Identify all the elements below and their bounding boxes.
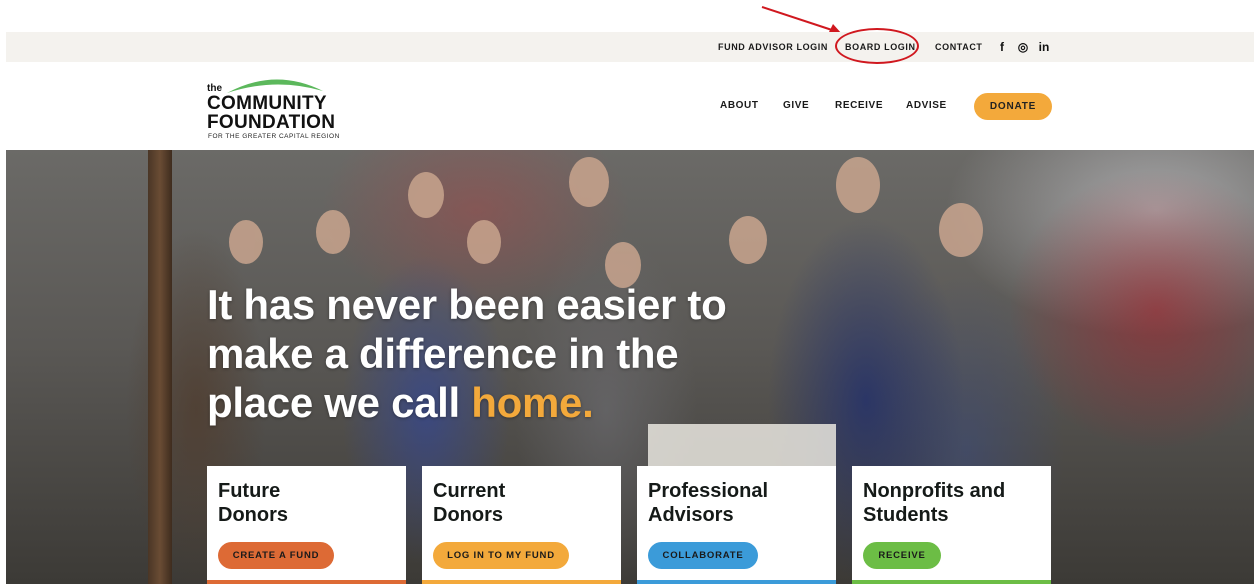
nav-receive[interactable]: RECEIVE xyxy=(835,94,883,118)
linkedin-icon[interactable]: in xyxy=(1036,32,1052,62)
annotation-circle xyxy=(835,28,919,64)
facebook-icon[interactable]: f xyxy=(995,32,1009,62)
donate-button[interactable]: DONATE xyxy=(974,93,1052,120)
nav-give[interactable]: GIVE xyxy=(783,94,809,118)
instagram-icon[interactable]: ◎ xyxy=(1016,32,1030,62)
card-nonprofits-and-students: Nonprofits and Students RECEIVE xyxy=(852,466,1051,584)
community-foundation-logo[interactable]: the COMMUNITY FOUNDATION FOR THE GREATER… xyxy=(207,73,347,143)
card-future-donors: Future Donors CREATE A FUND xyxy=(207,466,406,584)
collaborate-button[interactable]: COLLABORATE xyxy=(648,542,758,569)
create-a-fund-button[interactable]: CREATE A FUND xyxy=(218,542,334,569)
card-accent-bar xyxy=(637,580,836,584)
logo-arc-icon xyxy=(227,79,323,93)
card-accent-bar xyxy=(852,580,1051,584)
hero-headline-line-1: It has never been easier to xyxy=(207,281,727,328)
nav-about[interactable]: ABOUT xyxy=(720,94,759,118)
card-title: Future Donors xyxy=(218,480,288,526)
fund-advisor-login-link[interactable]: FUND ADVISOR LOGIN xyxy=(718,32,828,62)
contact-link[interactable]: CONTACT xyxy=(935,32,983,62)
hero-headline: It has never been easier to make a diffe… xyxy=(207,280,847,427)
utility-bar: FUND ADVISOR LOGIN BOARD LOGIN CONTACT f… xyxy=(6,32,1254,62)
hero-headline-accent: home. xyxy=(471,379,594,426)
hero-headline-line-2: make a difference in the xyxy=(207,330,679,377)
card-title: Nonprofits and Students xyxy=(863,480,1006,526)
card-accent-bar xyxy=(207,580,406,584)
card-accent-bar xyxy=(422,580,621,584)
nav-advise[interactable]: ADVISE xyxy=(906,94,947,118)
logo-line-foundation: FOUNDATION xyxy=(207,112,336,133)
card-title: Professional Advisors xyxy=(648,480,769,526)
hero-headline-line-3: place we call xyxy=(207,379,472,426)
log-in-to-my-fund-button[interactable]: LOG IN TO MY FUND xyxy=(433,542,569,569)
card-title: Current Donors xyxy=(433,480,506,526)
card-current-donors: Current Donors LOG IN TO MY FUND xyxy=(422,466,621,584)
logo-tagline: FOR THE GREATER CAPITAL REGION xyxy=(208,133,340,140)
receive-button[interactable]: RECEIVE xyxy=(863,542,941,569)
card-professional-advisors: Professional Advisors COLLABORATE xyxy=(637,466,836,584)
